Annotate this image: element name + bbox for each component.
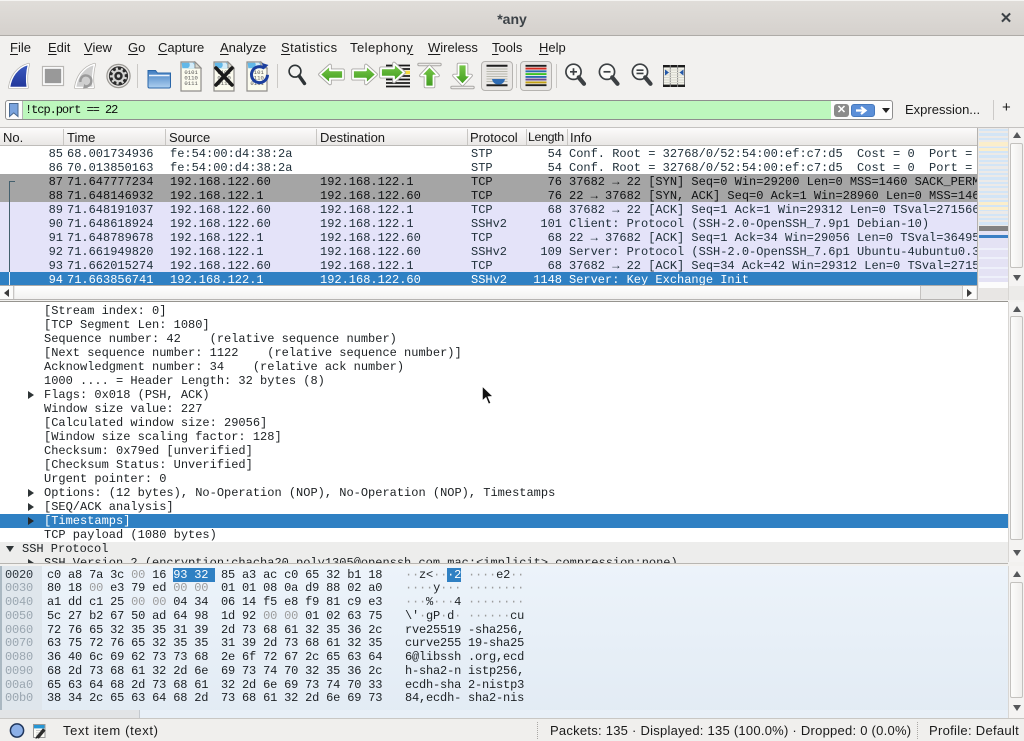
svg-text:0111: 0111	[184, 80, 198, 87]
